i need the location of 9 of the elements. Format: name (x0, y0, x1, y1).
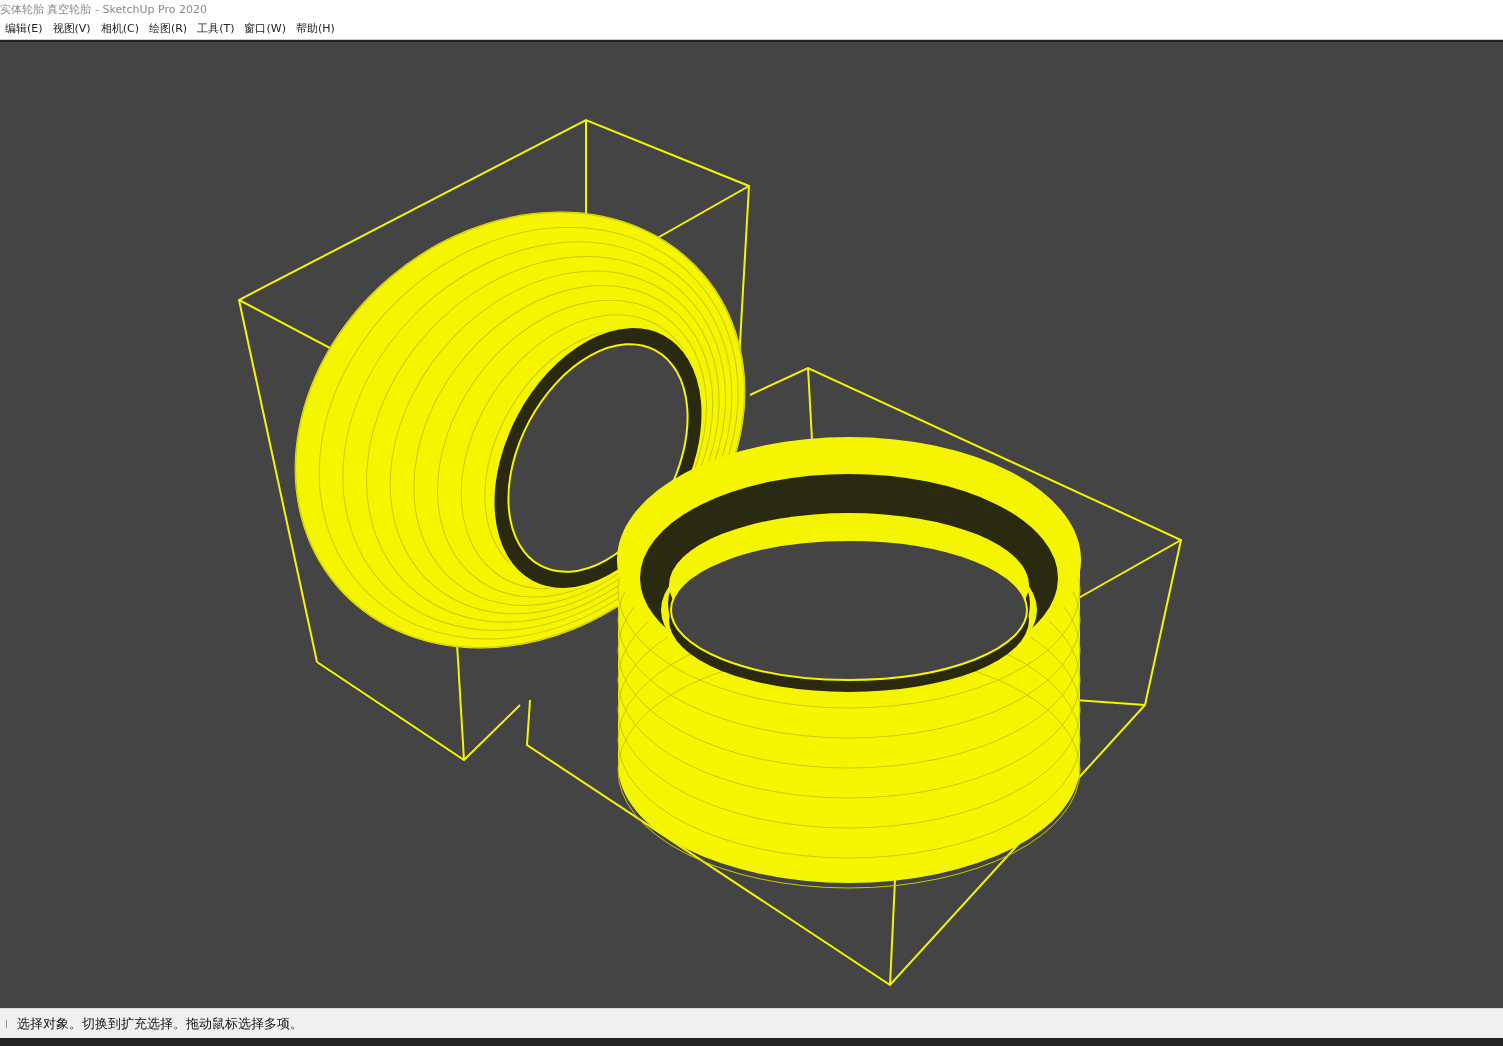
status-text: 选择对象。切换到扩充选择。拖动鼠标选择多项。 (17, 1014, 303, 1033)
menu-item[interactable]: 编辑(E) (0, 18, 48, 39)
menu-item[interactable]: 工具(T) (192, 18, 240, 39)
menu-item[interactable]: 帮助(H) (290, 18, 340, 39)
menu-item[interactable]: 相机(C) (95, 18, 144, 39)
window-title: 实体轮胎 真空轮胎 - SketchUp Pro 2020 (0, 3, 207, 15)
menu-item[interactable]: 窗口(W) (239, 18, 291, 39)
menu-item[interactable]: 绘图(R) (143, 18, 193, 39)
menu-item[interactable]: 视图(V) (47, 18, 96, 39)
